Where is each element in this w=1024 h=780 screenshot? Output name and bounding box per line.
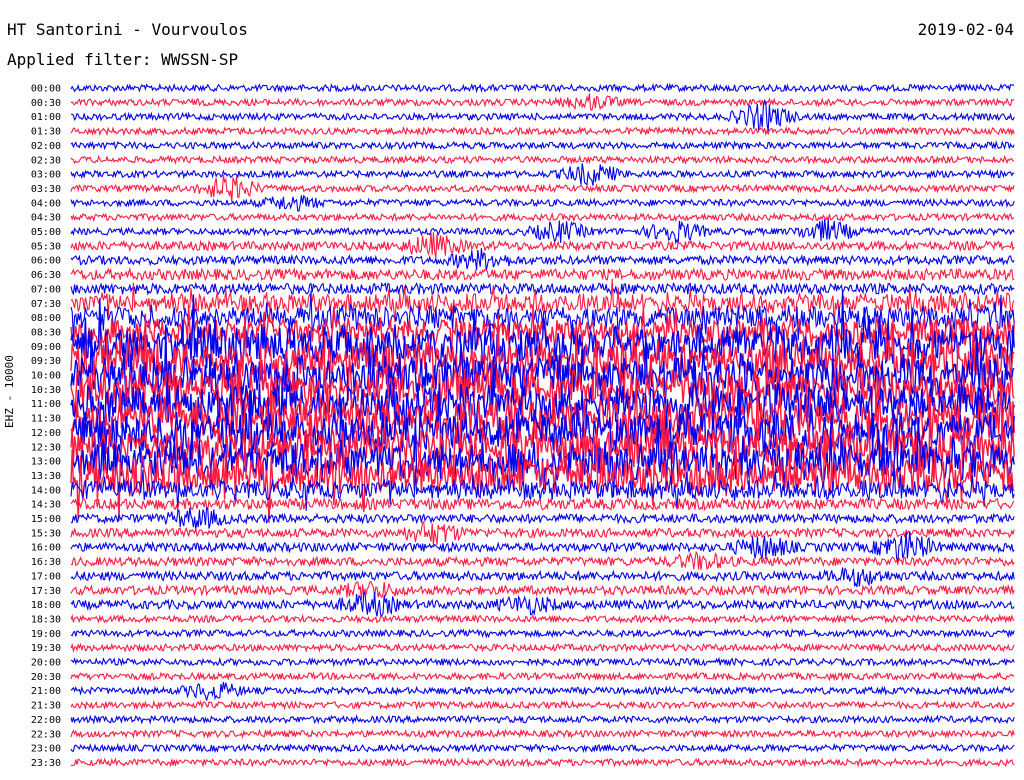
time-tick-label: 09:00 bbox=[31, 342, 61, 353]
time-tick-label: 02:30 bbox=[31, 155, 61, 166]
time-tick-label: 03:30 bbox=[31, 184, 61, 195]
seismogram-trace bbox=[70, 656, 1015, 668]
time-tick-label: 06:30 bbox=[31, 270, 61, 281]
time-tick-label: 18:00 bbox=[31, 600, 61, 611]
seismogram-trace bbox=[70, 642, 1015, 653]
time-tick-label: 12:30 bbox=[31, 442, 61, 453]
time-tick-label: 13:00 bbox=[31, 457, 61, 468]
seismogram-trace bbox=[70, 581, 1015, 600]
time-tick-label: 23:30 bbox=[31, 758, 61, 769]
time-tick-label: 20:00 bbox=[31, 658, 61, 669]
time-tick-label: 01:30 bbox=[31, 127, 61, 138]
time-tick-label: 04:00 bbox=[31, 198, 61, 209]
time-tick-label: 09:30 bbox=[31, 356, 61, 367]
time-tick-label: 12:00 bbox=[31, 428, 61, 439]
time-tick-label: 19:00 bbox=[31, 629, 61, 640]
time-tick-label: 16:00 bbox=[31, 543, 61, 554]
seismogram-trace bbox=[70, 194, 1015, 212]
time-tick-label: 08:00 bbox=[31, 313, 61, 324]
time-label-group: 00:00 00:30 01:00 01:30 02:00 02:30 03:00 03:30… bbox=[31, 84, 61, 769]
seismogram-trace bbox=[70, 211, 1015, 223]
seismogram-trace bbox=[70, 520, 1015, 546]
time-tick-label: 14:30 bbox=[31, 500, 61, 511]
seismogram-trace bbox=[70, 681, 1015, 701]
time-tick-label: 13:30 bbox=[31, 471, 61, 482]
seismogram-trace bbox=[70, 93, 1015, 112]
time-tick-label: 17:00 bbox=[31, 571, 61, 582]
time-tick-label: 22:00 bbox=[31, 715, 61, 726]
time-tick-label: 08:30 bbox=[31, 327, 61, 338]
time-tick-label: 16:30 bbox=[31, 557, 61, 568]
time-tick-label: 07:00 bbox=[31, 284, 61, 295]
seismogram-trace bbox=[70, 175, 1015, 203]
seismogram-trace bbox=[70, 232, 1015, 259]
time-tick-label: 20:30 bbox=[31, 672, 61, 683]
seismogram-trace bbox=[70, 613, 1015, 625]
time-tick-label: 05:00 bbox=[31, 227, 61, 238]
time-tick-label: 10:30 bbox=[31, 385, 61, 396]
seismogram-trace bbox=[70, 219, 1015, 245]
time-tick-label: 15:00 bbox=[31, 514, 61, 525]
time-tick-label: 11:00 bbox=[31, 399, 61, 410]
helicorder-plot: 00:00 00:30 01:00 01:30 02:00 02:30 03:00 03:30… bbox=[31, 82, 1015, 769]
time-tick-label: 22:30 bbox=[31, 729, 61, 740]
time-tick-label: 00:30 bbox=[31, 98, 61, 109]
seismogram-trace bbox=[70, 699, 1015, 711]
time-tick-label: 15:30 bbox=[31, 528, 61, 539]
time-tick-label: 23:00 bbox=[31, 744, 61, 755]
seismogram-trace bbox=[70, 671, 1015, 682]
seismogram-trace bbox=[70, 163, 1015, 186]
time-tick-label: 19:30 bbox=[31, 643, 61, 654]
seismogram-trace bbox=[70, 248, 1015, 271]
time-tick-label: 14:00 bbox=[31, 485, 61, 496]
time-tick-label: 10:00 bbox=[31, 371, 61, 382]
seismogram-trace bbox=[70, 125, 1015, 137]
seismogram-trace bbox=[70, 154, 1015, 166]
time-tick-label: 02:00 bbox=[31, 141, 61, 152]
time-tick-label: 18:30 bbox=[31, 614, 61, 625]
seismogram-trace bbox=[70, 714, 1015, 725]
seismogram-trace bbox=[70, 496, 1015, 512]
time-tick-label: 04:30 bbox=[31, 213, 61, 224]
seismogram-trace bbox=[70, 567, 1015, 588]
seismogram-trace bbox=[70, 742, 1015, 754]
seismogram-trace bbox=[71, 506, 1015, 530]
seismogram-trace bbox=[71, 98, 1015, 132]
time-tick-label: 05:30 bbox=[31, 241, 61, 252]
seismogram-trace bbox=[70, 266, 1015, 282]
seismogram-trace bbox=[70, 140, 1015, 151]
seismogram-trace bbox=[70, 281, 1015, 297]
time-tick-label: 17:30 bbox=[31, 586, 61, 597]
time-tick-label: 03:00 bbox=[31, 170, 61, 181]
time-tick-label: 21:30 bbox=[31, 701, 61, 712]
time-tick-label: 07:30 bbox=[31, 299, 61, 310]
trace-group bbox=[70, 82, 1015, 768]
seismogram-trace bbox=[70, 82, 1015, 94]
seismogram-trace bbox=[70, 550, 1015, 571]
seismogram-trace bbox=[70, 728, 1015, 740]
seismogram-trace bbox=[70, 628, 1015, 639]
time-tick-label: 11:30 bbox=[31, 414, 61, 425]
time-tick-label: 21:00 bbox=[31, 686, 61, 697]
time-tick-label: 00:00 bbox=[31, 84, 61, 95]
time-tick-label: 06:00 bbox=[31, 256, 61, 267]
seismogram-trace bbox=[70, 757, 1015, 768]
seismogram-trace bbox=[70, 591, 1015, 617]
time-tick-label: 01:00 bbox=[31, 112, 61, 123]
